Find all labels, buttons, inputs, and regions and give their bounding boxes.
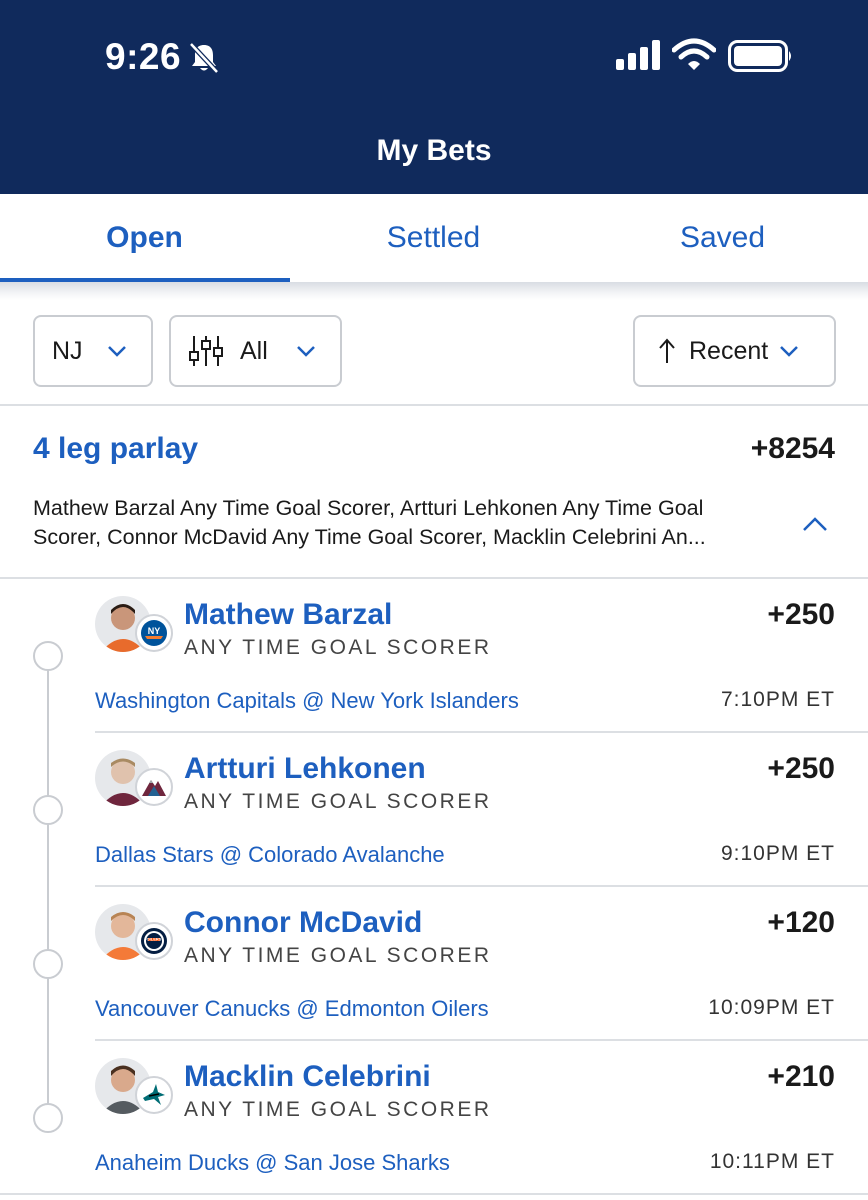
leg-status-dot: [33, 641, 63, 671]
player-name: Macklin Celebrini: [184, 1060, 431, 1093]
tab-saved[interactable]: Saved: [578, 194, 867, 282]
svg-text:NY: NY: [148, 626, 161, 636]
sport-filter-dropdown[interactable]: All: [169, 315, 342, 387]
parlay-description-line: Scorer, Connor McDavid Any Time Goal Sco…: [33, 525, 706, 549]
leg-odds: +210: [767, 1060, 835, 1093]
matchup-link[interactable]: Vancouver Canucks @ Edmonton Oilers: [95, 996, 489, 1022]
market-label: ANY TIME GOAL SCORER: [184, 636, 492, 659]
game-time: 9:10PM ET: [720, 842, 835, 865]
app-header: 9:26 My Bets: [0, 0, 868, 194]
bell-muted-icon: [189, 42, 219, 74]
game-time: 10:11PM ET: [709, 1150, 835, 1173]
matchup-link[interactable]: Dallas Stars @ Colorado Avalanche: [95, 842, 445, 868]
leg-row[interactable]: Artturi Lehkonen ANY TIME GOAL SCORER +2…: [95, 732, 835, 886]
tab-open[interactable]: Open: [0, 194, 289, 282]
sort-value: Recent: [689, 336, 769, 365]
chevron-down-icon: [780, 346, 799, 357]
page-title: My Bets: [376, 134, 492, 167]
islanders-logo-icon: NY: [135, 614, 173, 652]
leg-odds: +250: [767, 752, 835, 785]
battery-icon: [728, 40, 791, 72]
status-time: 9:26: [105, 36, 182, 77]
parlay-description-line: Mathew Barzal Any Time Goal Scorer, Artt…: [33, 496, 704, 520]
matchup-link[interactable]: Washington Capitals @ New York Islanders: [95, 688, 519, 714]
player-name: Mathew Barzal: [184, 598, 393, 631]
leg-status-dot: [33, 1103, 63, 1133]
chevron-up-icon[interactable]: [802, 516, 828, 532]
chevron-down-icon: [296, 346, 315, 357]
leg-timeline: [47, 656, 49, 1116]
chevron-down-icon: [107, 346, 126, 357]
card-bottom-divider: [0, 1193, 868, 1195]
sport-filter-value: All: [240, 336, 268, 365]
leg-row[interactable]: Macklin Celebrini ANY TIME GOAL SCORER +…: [95, 1040, 835, 1194]
wifi-icon: [672, 38, 716, 70]
market-label: ANY TIME GOAL SCORER: [184, 790, 492, 813]
state-filter-value: NJ: [52, 336, 83, 365]
parlay-odds: +8254: [750, 432, 835, 465]
sort-dropdown[interactable]: Recent: [633, 315, 836, 387]
leg-odds: +250: [767, 598, 835, 631]
leg-odds: +120: [767, 906, 835, 939]
game-time: 7:10PM ET: [720, 688, 835, 711]
parlay-title[interactable]: 4 leg parlay: [33, 432, 198, 466]
svg-text:OILERS: OILERS: [147, 937, 162, 942]
game-time: 10:09PM ET: [708, 996, 835, 1019]
sharks-logo-icon: [135, 1076, 173, 1114]
tabs-shadow: [0, 282, 868, 300]
avalanche-logo-icon: [135, 768, 173, 806]
sliders-icon: [189, 336, 223, 366]
arrow-up-icon: [659, 338, 675, 363]
tab-settled[interactable]: Settled: [289, 194, 578, 282]
leg-status-dot: [33, 949, 63, 979]
state-filter-dropdown[interactable]: NJ: [33, 315, 153, 387]
signal-icon: [616, 40, 660, 70]
filters-divider: [0, 404, 868, 406]
market-label: ANY TIME GOAL SCORER: [184, 944, 492, 967]
bet-tabs: Open Settled Saved: [0, 194, 868, 282]
leg-status-dot: [33, 795, 63, 825]
player-name: Connor McDavid: [184, 906, 423, 939]
market-label: ANY TIME GOAL SCORER: [184, 1098, 492, 1121]
oilers-logo-icon: OILERS: [135, 922, 173, 960]
leg-row[interactable]: OILERS Connor McDavid ANY TIME GOAL SCOR…: [95, 886, 835, 1040]
leg-row[interactable]: NY Mathew Barzal ANY TIME GOAL SCORER +2…: [95, 578, 835, 732]
player-name: Artturi Lehkonen: [184, 752, 426, 785]
matchup-link[interactable]: Anaheim Ducks @ San Jose Sharks: [95, 1150, 450, 1176]
parlay-description: Mathew Barzal Any Time Goal Scorer, Artt…: [33, 494, 778, 552]
